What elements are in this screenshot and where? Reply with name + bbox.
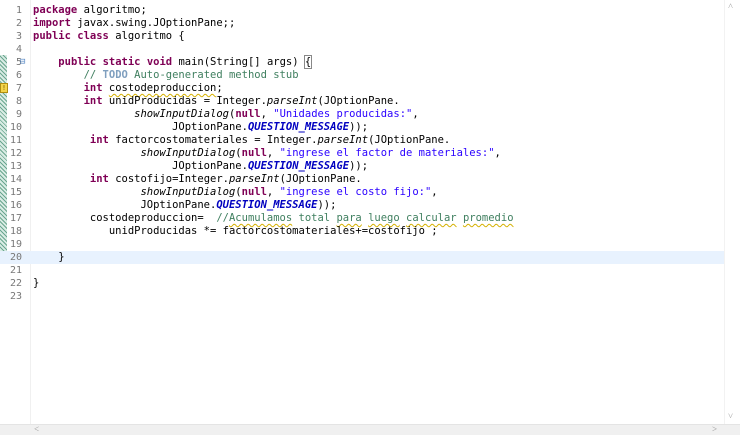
line-number: 19 (9, 239, 22, 250)
code-line[interactable]: 4 (0, 43, 725, 56)
line-number: 18 (9, 226, 22, 237)
code-text: } (33, 277, 40, 289)
code-line[interactable]: 17 costodeproduccion= //Acumulamos total… (0, 212, 725, 225)
code-line[interactable]: 6 // TODO Auto-generated method stub (0, 69, 725, 82)
line-number: 3 (15, 31, 22, 42)
code-line[interactable]: 2 import javax.swing.JOptionPane;; (0, 17, 725, 30)
code-text: int unidProducidas = Integer.parseInt(JO… (83, 95, 400, 107)
line-number: 20 (9, 252, 22, 263)
code-text: JOptionPane.QUESTION_MESSAGE)); (33, 160, 369, 172)
code-line[interactable]: 20 } (0, 251, 725, 264)
code-text: JOptionPane.QUESTION_MESSAGE)); (33, 199, 337, 211)
code-text: JOptionPane.QUESTION_MESSAGE)); (33, 121, 369, 133)
code-text: int factorcostomateriales = Integer.pars… (89, 134, 451, 146)
code-text: showInputDialog(null, "ingrese el factor… (140, 147, 501, 159)
scroll-left-icon[interactable]: ˂ (34, 425, 39, 435)
code-text: showInputDialog(null, "Unidades producid… (134, 108, 419, 120)
line-number: 6 (15, 70, 22, 81)
code-text: unidProducidas *= factorcostomateriales+… (33, 225, 438, 237)
line-number: 10 (9, 122, 22, 133)
line-number: 8 (15, 96, 22, 107)
line-number: 2 (15, 18, 22, 29)
scroll-down-icon[interactable]: ˅ (728, 412, 733, 422)
line-number: 23 (9, 291, 22, 302)
code-text: package algoritmo; (33, 4, 147, 16)
line-number: 13 (9, 161, 22, 172)
code-text: showInputDialog(null, "ingrese el costo … (140, 186, 438, 198)
line-number: 17 (9, 213, 22, 224)
fold-collapse-icon[interactable]: ⊟ (20, 56, 29, 69)
code-line[interactable]: 22} (0, 277, 725, 290)
code-line[interactable]: 5 ⊟ public static void main(String[] args… (0, 55, 725, 69)
code-line[interactable]: 9 showInputDialog(null, "Unidades produc… (0, 108, 725, 121)
code-line[interactable]: 16 JOptionPane.QUESTION_MESSAGE)); (0, 199, 725, 212)
scroll-right-icon[interactable]: ˃ (712, 425, 717, 435)
line-number: 16 (9, 200, 22, 211)
line-number: 22 (9, 278, 22, 289)
code-line[interactable]: 14 int costofijo=Integer.parseInt(JOptio… (0, 173, 725, 186)
code-text: int costodeproduccion; (83, 82, 223, 94)
line-number: 1 (15, 5, 22, 16)
code-text: int costofijo=Integer.parseInt(JOptionPa… (89, 173, 362, 185)
line-number: 9 (15, 109, 22, 120)
vertical-scrollbar[interactable]: ˄ ˅ (724, 0, 740, 425)
code-text: import javax.swing.JOptionPane;; (33, 17, 236, 29)
code-line[interactable]: 10 JOptionPane.QUESTION_MESSAGE)); (0, 121, 725, 134)
code-line[interactable]: 11 int factorcostomateriales = Integer.p… (0, 134, 725, 147)
line-number: 11 (9, 135, 22, 146)
code-editor[interactable]: ! 1 package algoritmo; 2 import javax.swing… (0, 0, 740, 435)
code-line[interactable]: 13 JOptionPane.QUESTION_MESSAGE)); (0, 160, 725, 173)
code-text: costodeproduccion= //Acumulamos total pa… (33, 212, 514, 224)
code-line[interactable]: 3 public class algoritmo { (0, 30, 725, 43)
code-line[interactable]: 23 (0, 290, 725, 303)
code-line[interactable]: 7 int costodeproduccion; (0, 82, 725, 95)
code-line[interactable]: 21 (0, 264, 725, 277)
code-line[interactable]: 12 showInputDialog(null, "ingrese el fac… (0, 147, 725, 160)
line-number: 15 (9, 187, 22, 198)
code-text: public class algoritmo { (33, 30, 185, 42)
line-number: 21 (9, 265, 22, 276)
code-line[interactable]: 15 showInputDialog(null, "ingrese el cos… (0, 186, 725, 199)
code-text: // TODO Auto-generated method stub (83, 69, 299, 81)
line-number: 4 (15, 44, 22, 55)
code-text: } (33, 251, 65, 263)
line-number: 14 (9, 174, 22, 185)
horizontal-scrollbar[interactable]: ˂ ˃ (0, 424, 740, 435)
code-line[interactable]: 19 (0, 238, 725, 251)
code-text: public static void main(String[] args) { (58, 55, 313, 69)
code-line[interactable]: 1 package algoritmo; (0, 4, 725, 17)
scroll-up-icon[interactable]: ˄ (728, 2, 733, 12)
line-number: 12 (9, 148, 22, 159)
line-number: 7 (15, 83, 22, 94)
code-line[interactable]: 8 int unidProducidas = Integer.parseInt(… (0, 95, 725, 108)
code-line[interactable]: 18 unidProducidas *= factorcostomaterial… (0, 225, 725, 238)
